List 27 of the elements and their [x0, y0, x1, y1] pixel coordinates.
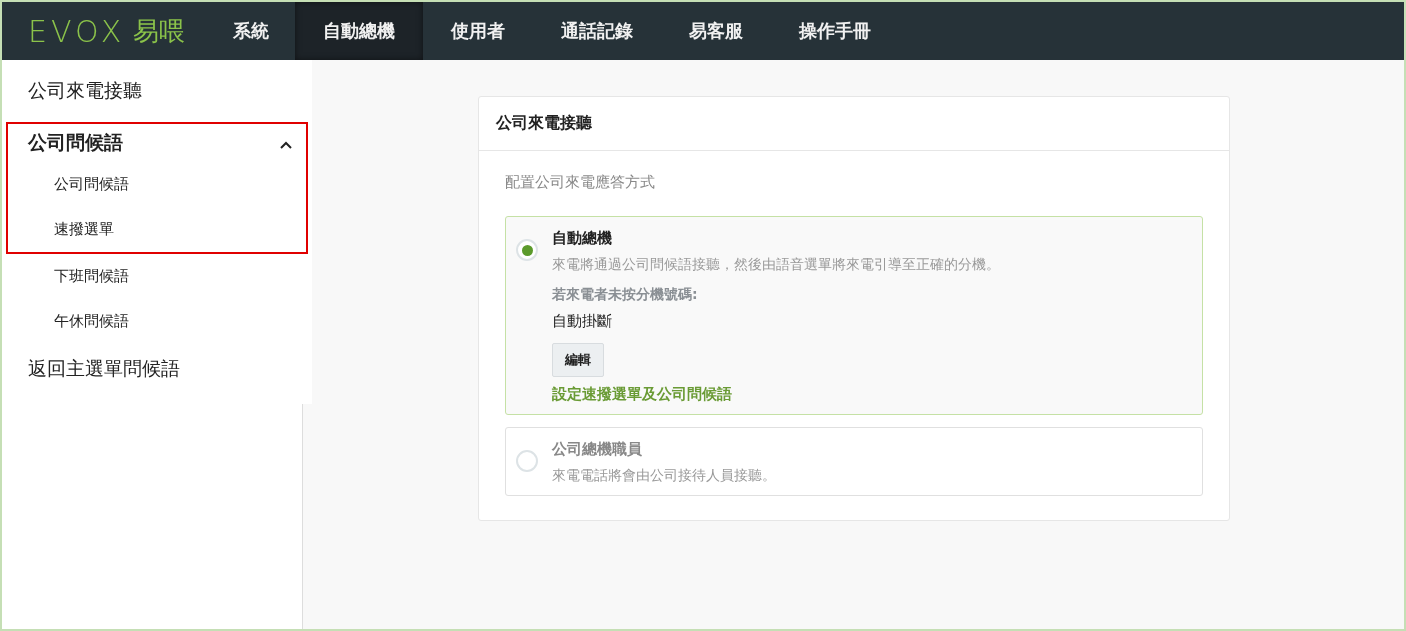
nav-tab[interactable]: 系統: [207, 2, 296, 60]
sidebar-item[interactable]: 公司來電接聽: [2, 66, 312, 116]
card-subtitle: 配置公司來電應答方式: [505, 173, 656, 192]
option-description: 來電電話將會由公司接待人員接聽。: [552, 467, 776, 485]
logo-mark: EVOX: [28, 13, 126, 49]
edit-button[interactable]: 編輯: [552, 343, 604, 377]
nav-tab[interactable]: 操作手冊: [771, 2, 900, 60]
option-title: 公司總機職員: [552, 440, 643, 459]
sidebar-subitem[interactable]: 公司問候語: [8, 162, 306, 207]
sidebar-group[interactable]: 公司問候語: [28, 130, 123, 156]
sidebar-subitem[interactable]: 午休問候語: [2, 299, 312, 344]
radio-button[interactable]: [516, 239, 538, 261]
nav-tab[interactable]: 自動總機: [295, 2, 424, 60]
sidebar-subitem[interactable]: 下班問候語: [2, 254, 312, 299]
logo-name: 易喂: [133, 14, 186, 48]
fallback-value: 自動掛斷: [552, 312, 613, 331]
sidebar-item[interactable]: 返回主選單問候語: [2, 344, 312, 394]
nav-tab[interactable]: 通話記錄: [533, 2, 662, 60]
fallback-label: 若來電者未按分機號碼:: [552, 286, 699, 304]
sidebar-subitem[interactable]: 速撥選單: [8, 207, 306, 252]
nav-tab[interactable]: 使用者: [423, 2, 534, 60]
nav-tab[interactable]: 易客服: [661, 2, 772, 60]
chevron-up-icon[interactable]: [280, 140, 292, 149]
card-title: 公司來電接聽: [479, 97, 1229, 151]
option-description: 來電將通過公司問候語接聽，然後由語音選單將來電引導至正確的分機。: [552, 256, 1000, 274]
radio-button[interactable]: [516, 450, 538, 472]
option-title: 自動總機: [552, 229, 613, 248]
